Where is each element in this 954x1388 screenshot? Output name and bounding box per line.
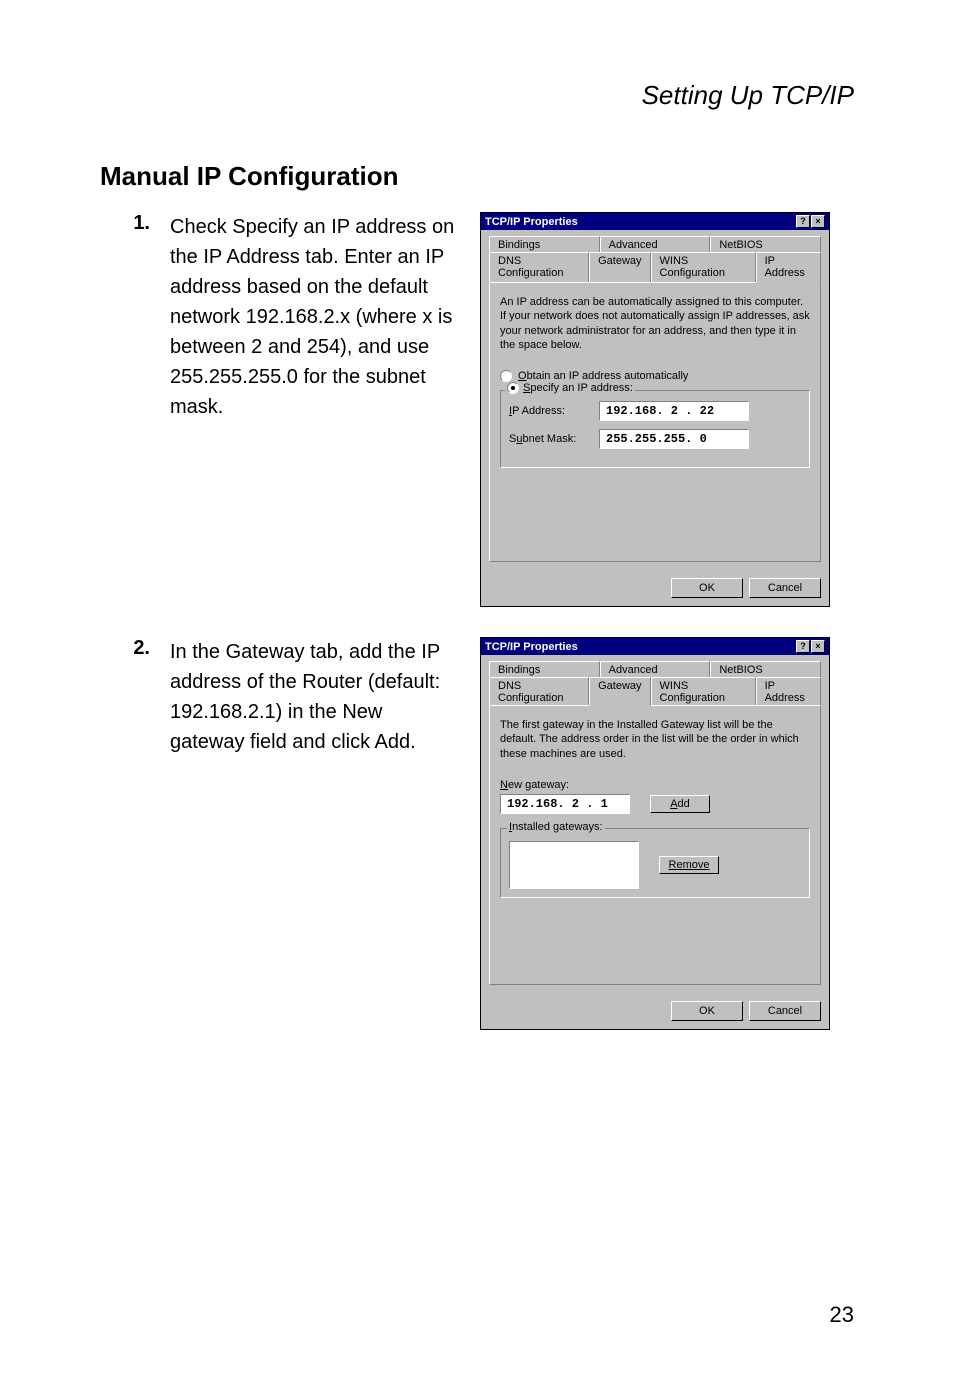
tabs-row-back: Bindings Advanced NetBIOS — [489, 236, 821, 253]
page-number: 23 — [830, 1302, 854, 1328]
close-icon[interactable]: × — [811, 640, 825, 653]
remove-button[interactable]: Remove — [659, 856, 719, 874]
gateway-description: The first gateway in the Installed Gatew… — [500, 718, 810, 761]
radio-obtain-auto[interactable]: Obtain an IP address automatically — [500, 370, 810, 382]
ok-button[interactable]: OK — [671, 578, 743, 598]
step-1: 1. Check Specify an IP address on the IP… — [100, 212, 854, 607]
ip-description: An IP address can be automatically assig… — [500, 295, 810, 352]
tab-advanced-2[interactable]: Advanced — [600, 661, 711, 678]
help-icon[interactable]: ? — [796, 640, 810, 653]
dialog-title-2: TCP/IP Properties — [485, 641, 578, 653]
tcpip-dialog-gateway: TCP/IP Properties ? × Bindings Advanced … — [480, 637, 830, 1030]
step-1-text: Check Specify an IP address on the IP Ad… — [170, 212, 460, 422]
close-icon[interactable]: × — [811, 215, 825, 228]
tab-ipaddress-2[interactable]: IP Address — [756, 677, 821, 706]
installed-gateways-label: Installed gateways: — [507, 821, 605, 833]
tabs-row-front-2: DNS Configuration Gateway WINS Configura… — [489, 677, 821, 706]
radio-icon-checked[interactable] — [507, 382, 519, 394]
specify-ip-fieldset: Specify an IP address: IP Address: 192.1… — [500, 390, 810, 468]
subnet-mask-input[interactable]: 255.255.255. 0 — [599, 429, 749, 449]
tab-panel-gateway: The first gateway in the Installed Gatew… — [489, 705, 821, 985]
tab-dns[interactable]: DNS Configuration — [489, 252, 589, 283]
radio-icon — [500, 370, 512, 382]
tabs-row-front: DNS Configuration Gateway WINS Configura… — [489, 252, 821, 283]
tab-netbios-2[interactable]: NetBIOS — [710, 661, 821, 678]
add-button[interactable]: Add — [650, 795, 710, 813]
breadcrumb: Setting Up TCP/IP — [100, 80, 854, 111]
tab-gateway[interactable]: Gateway — [589, 252, 650, 283]
radio-specify-label: pecify an IP address: — [530, 382, 633, 394]
tabs-row-back-2: Bindings Advanced NetBIOS — [489, 661, 821, 678]
tab-wins[interactable]: WINS Configuration — [651, 252, 756, 283]
tab-dns-2[interactable]: DNS Configuration — [489, 677, 589, 706]
help-icon[interactable]: ? — [796, 215, 810, 228]
step-2: 2. In the Gateway tab, add the IP addres… — [100, 637, 854, 1030]
new-gateway-label: New gateway: — [500, 779, 810, 791]
new-gateway-input[interactable]: 192.168. 2 . 1 — [500, 794, 630, 814]
ip-address-input[interactable]: 192.168. 2 . 22 — [599, 401, 749, 421]
cancel-button-2[interactable]: Cancel — [749, 1001, 821, 1021]
tab-advanced[interactable]: Advanced — [600, 236, 711, 253]
cancel-button[interactable]: Cancel — [749, 578, 821, 598]
step-2-number: 2. — [100, 637, 150, 660]
tab-bindings-2[interactable]: Bindings — [489, 661, 600, 678]
tab-bindings[interactable]: Bindings — [489, 236, 600, 253]
tab-panel-ipaddress: An IP address can be automatically assig… — [489, 282, 821, 562]
tcpip-dialog-ipaddress: TCP/IP Properties ? × Bindings Advanced … — [480, 212, 830, 607]
installed-gateways-list[interactable] — [509, 841, 639, 889]
dialog-titlebar: TCP/IP Properties ? × — [481, 213, 829, 230]
step-2-text: In the Gateway tab, add the IP address o… — [170, 637, 460, 757]
ip-address-label: IP Address: — [509, 405, 589, 417]
installed-gateways-fieldset: Installed gateways: Remove — [500, 828, 810, 898]
tab-gateway-2[interactable]: Gateway — [589, 677, 650, 706]
section-heading: Manual IP Configuration — [100, 161, 854, 192]
tab-wins-2[interactable]: WINS Configuration — [651, 677, 756, 706]
subnet-mask-label: Subnet Mask: — [509, 433, 589, 445]
step-1-number: 1. — [100, 212, 150, 235]
tab-netbios[interactable]: NetBIOS — [710, 236, 821, 253]
dialog-titlebar-2: TCP/IP Properties ? × — [481, 638, 829, 655]
tab-ipaddress[interactable]: IP Address — [756, 252, 821, 283]
radio-auto-label: btain an IP address automatically — [527, 370, 689, 382]
ok-button-2[interactable]: OK — [671, 1001, 743, 1021]
dialog-title: TCP/IP Properties — [485, 216, 578, 228]
